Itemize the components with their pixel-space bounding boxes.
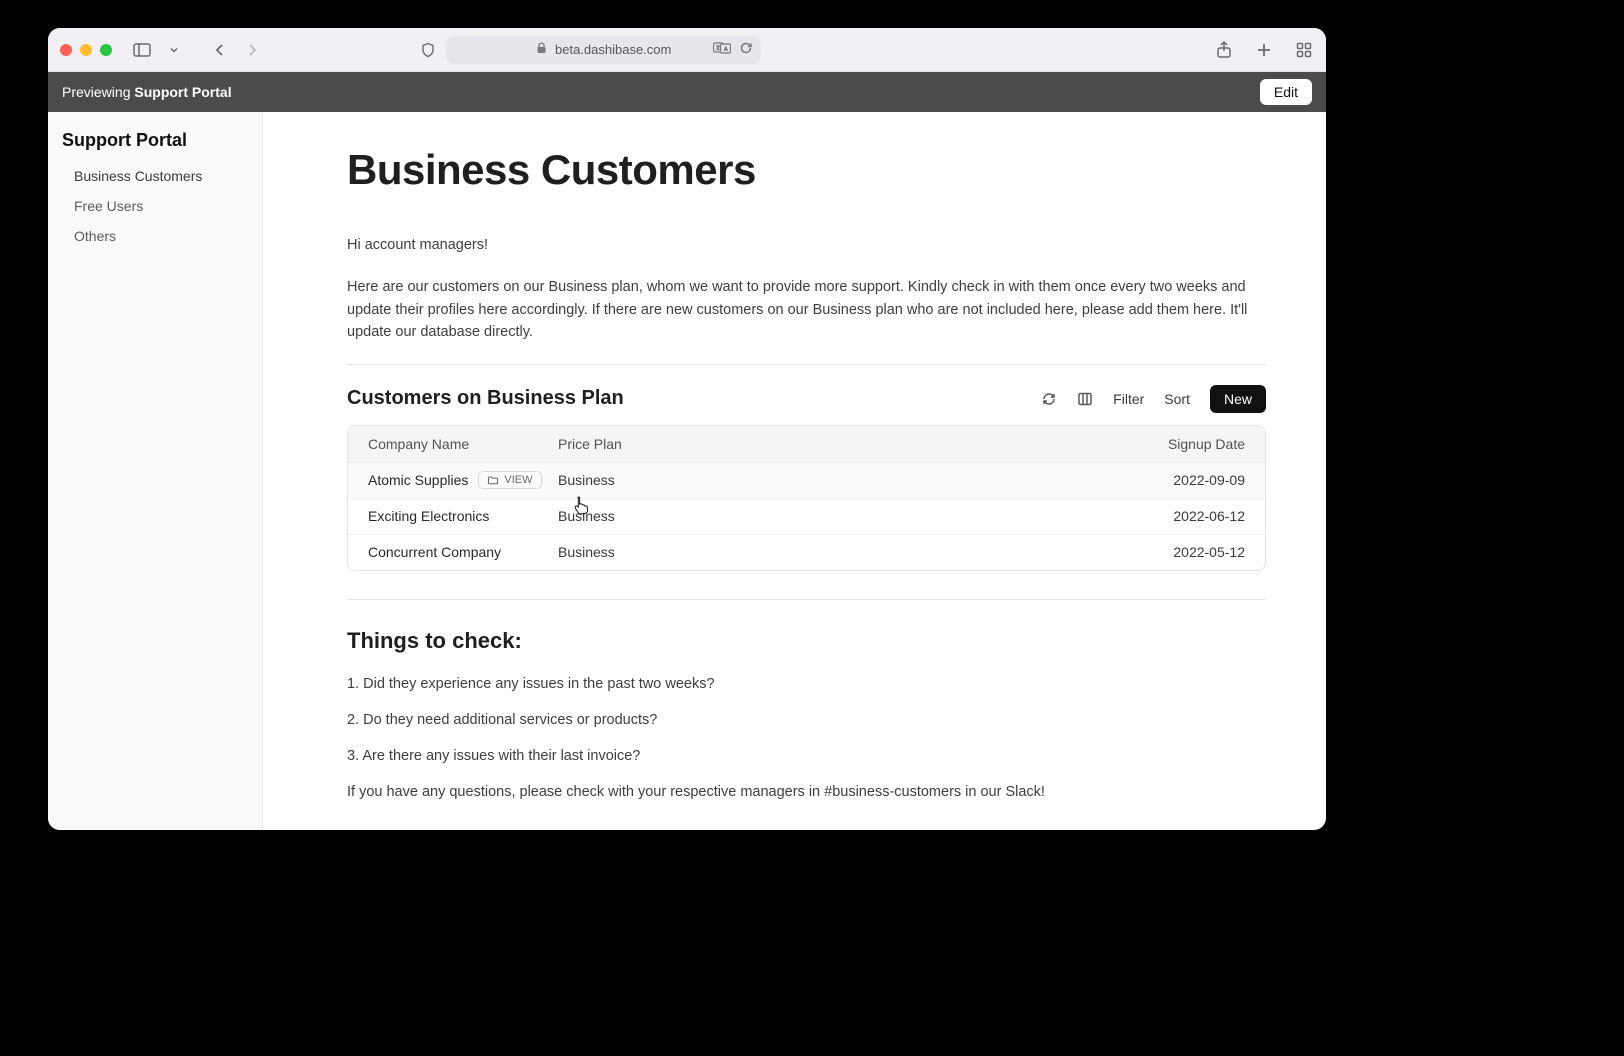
new-tab-icon[interactable] [1254,40,1274,60]
table-row[interactable]: Concurrent Company Business 2022-05-12 [348,534,1265,570]
minimize-window-button[interactable] [80,44,92,56]
preview-prefix: Previewing [62,84,134,100]
col-company-name: Company Name [368,436,558,452]
refresh-icon[interactable] [1041,391,1057,407]
sidebar-item-others[interactable]: Others [48,221,262,251]
table-title: Customers on Business Plan [347,387,624,410]
check-item-1: 1. Did they experience any issues in the… [347,676,1266,692]
sidebar: Support Portal Business Customers Free U… [48,112,263,830]
forward-button[interactable] [242,40,262,60]
lock-icon [536,42,547,57]
sidebar-item-free-users[interactable]: Free Users [48,191,262,221]
customers-table: Company Name Price Plan Signup Date Atom… [347,425,1266,571]
intro-line-1: Hi account managers! [347,234,1266,256]
filter-button[interactable]: Filter [1113,391,1144,407]
divider [347,599,1266,600]
sidebar-title: Support Portal [48,130,262,161]
table-row[interactable]: Exciting Electronics Business 2022-06-12 [348,498,1265,534]
maximize-window-button[interactable] [100,44,112,56]
shield-icon[interactable] [418,40,438,60]
checks-heading: Things to check: [347,628,1266,654]
sort-button[interactable]: Sort [1164,391,1190,407]
cell-price-plan: Business [558,472,1115,488]
chevron-down-icon[interactable] [164,40,184,60]
main-content: Business Customers Hi account managers! … [263,112,1326,830]
page-title: Business Customers [347,146,1266,194]
cell-signup-date: 2022-05-12 [1115,544,1245,560]
view-badge[interactable]: VIEW [478,471,541,489]
preview-app-name: Support Portal [134,84,231,100]
table-header-row: Company Name Price Plan Signup Date [348,426,1265,462]
sidebar-toggle-icon[interactable] [132,40,152,60]
back-button[interactable] [210,40,230,60]
cell-signup-date: 2022-06-12 [1115,508,1245,524]
tab-overview-icon[interactable] [1294,40,1314,60]
view-badge-label: VIEW [504,474,532,486]
share-icon[interactable] [1214,40,1234,60]
new-button[interactable]: New [1210,385,1266,413]
sidebar-item-business-customers[interactable]: Business Customers [48,161,262,191]
reload-icon[interactable] [739,41,753,58]
cell-signup-date: 2022-09-09 [1115,472,1245,488]
intro-line-2: Here are our customers on our Business p… [347,276,1266,343]
close-window-button[interactable] [60,44,72,56]
table-row[interactable]: Atomic Supplies VIEW Business 2022-09-09 [348,462,1265,498]
url-text: beta.dashibase.com [555,42,671,57]
cell-company-name: Atomic Supplies [368,472,468,488]
col-signup-date: Signup Date [1115,436,1245,452]
checks-footer: If you have any questions, please check … [347,784,1266,800]
browser-window: beta.dashibase.com [48,28,1326,830]
window-controls [60,44,112,56]
divider [347,364,1266,365]
columns-icon[interactable] [1077,391,1093,407]
preview-label: Previewing Support Portal [62,84,232,100]
translate-icon[interactable] [713,41,731,58]
edit-button[interactable]: Edit [1260,79,1312,105]
check-item-3: 3. Are there any issues with their last … [347,748,1266,764]
titlebar: beta.dashibase.com [48,28,1326,72]
preview-banner: Previewing Support Portal Edit [48,72,1326,112]
check-item-2: 2. Do they need additional services or p… [347,712,1266,728]
cell-price-plan: Business [558,544,1115,560]
cell-company-name: Concurrent Company [368,544,501,560]
address-bar[interactable]: beta.dashibase.com [446,36,761,64]
cell-price-plan: Business [558,508,1115,524]
folder-open-icon [487,474,499,486]
cell-company-name: Exciting Electronics [368,508,489,524]
col-price-plan: Price Plan [558,436,1115,452]
